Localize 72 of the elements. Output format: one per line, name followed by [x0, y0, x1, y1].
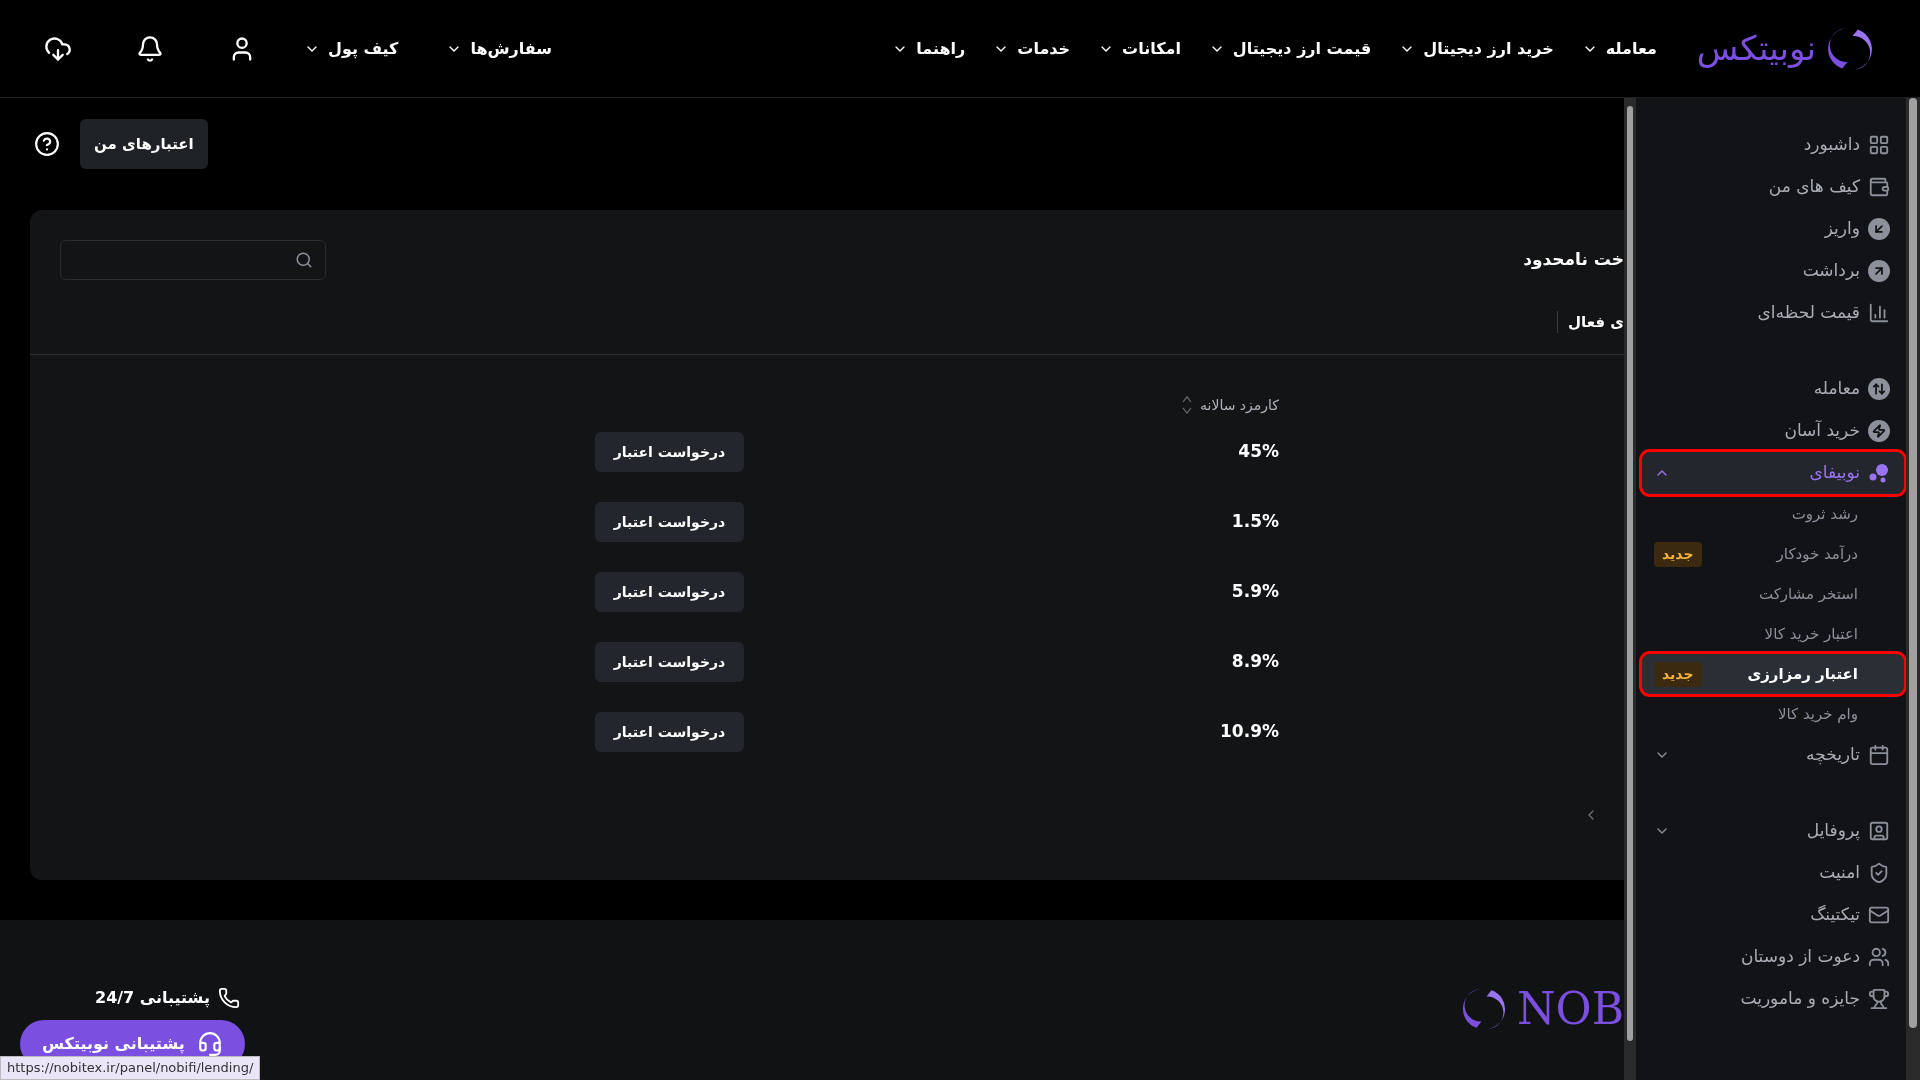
search-field[interactable] — [60, 240, 326, 280]
sidebar-subitem[interactable]: اعتبار خرید کالا — [1642, 614, 1904, 654]
sidebar-item[interactable]: واریز — [1642, 208, 1904, 250]
fee-cell-text: 5.9% — [1230, 580, 1279, 604]
sidebar-item[interactable]: تاریخچه — [1642, 734, 1904, 776]
help-icon[interactable] — [34, 131, 60, 157]
dashboard-icon — [1868, 134, 1890, 156]
account-menu-item[interactable]: سفارش‌ها — [446, 36, 553, 61]
column-header[interactable]: کارمزد سالانه — [1200, 394, 1279, 416]
request-credit-button[interactable]: درخواست اعتبار — [595, 432, 744, 472]
sidebar-item[interactable]: جایزه و ماموریت — [1642, 978, 1904, 1020]
lightning-icon — [1868, 420, 1890, 442]
arrow-down-left-icon — [1868, 218, 1890, 240]
request-credit-button[interactable]: درخواست اعتبار — [595, 712, 744, 752]
sidebar-item[interactable]: پروفایل — [1642, 810, 1904, 852]
scrollbar[interactable] — [1906, 98, 1920, 1080]
status-tab[interactable]: ی فعال — [1557, 310, 1624, 334]
nav-menu-item[interactable]: معامله — [1581, 36, 1657, 61]
headset-icon — [196, 1031, 223, 1057]
calendar-icon — [1868, 744, 1890, 766]
status-url-tooltip: https://nobitex.ir/panel/nobifi/lending/ — [0, 1056, 261, 1080]
new-badge: جدید — [1654, 661, 1702, 687]
fee-cell-text: 10.9% — [1219, 720, 1279, 744]
nav-menu-item[interactable]: قیمت ارز دیجیتال — [1208, 36, 1372, 61]
sidebar-subitem[interactable]: وام خرید کالا — [1642, 694, 1904, 734]
my-credits-tab[interactable]: اعتبارهای من — [80, 119, 208, 169]
sidebar-item[interactable]: تیکتینگ — [1642, 894, 1904, 936]
download-icon[interactable] — [44, 34, 72, 63]
mail-icon — [1868, 904, 1890, 926]
search-icon — [295, 251, 313, 269]
sidebar-subitem[interactable]: درآمد خودکار جدید — [1642, 534, 1904, 574]
request-credit-button[interactable]: درخواست اعتبار — [595, 572, 744, 612]
sidebar-item[interactable]: خرید آسان — [1642, 410, 1904, 452]
wallet-icon — [1868, 176, 1890, 198]
up-down-arrows-icon — [1868, 378, 1890, 400]
logo-text: نوبیتکس — [1696, 27, 1816, 70]
shield-check-icon — [1868, 862, 1890, 884]
user-card-icon — [1868, 820, 1890, 842]
new-badge: جدید — [1654, 541, 1702, 567]
sidebar-subitem[interactable]: اعتبار رمزارزی جدید — [1642, 654, 1904, 694]
trophy-icon — [1868, 988, 1890, 1010]
sidebar-item[interactable]: امنیت — [1642, 852, 1904, 894]
fee-cell-text: 8.9% — [1230, 650, 1279, 674]
sidebar-item[interactable]: قیمت لحظه‌ای — [1642, 292, 1904, 334]
nav-menu-item[interactable]: امکانات — [1098, 36, 1181, 61]
dots-icon — [1868, 462, 1890, 484]
card-title: خت نامحدود — [1523, 248, 1624, 272]
phone-icon — [217, 987, 240, 1009]
bell-icon[interactable] — [136, 34, 164, 63]
request-credit-button[interactable]: درخواست اعتبار — [595, 502, 744, 542]
request-credit-button[interactable]: درخواست اعتبار — [595, 642, 744, 682]
support-hours-text: پشتیبانی 24/7 — [95, 987, 210, 1010]
fee-cell-text: 45% — [1237, 440, 1279, 464]
sidebar-item[interactable]: معامله — [1642, 368, 1904, 410]
fee-cell-text: 1.5% — [1230, 510, 1279, 534]
sidebar-item[interactable]: نوبیفای — [1642, 452, 1904, 494]
sidebar-item[interactable]: کیف های من — [1642, 166, 1904, 208]
nav-menu-item[interactable]: خرید ارز دیجیتال — [1399, 36, 1554, 61]
footer-logo-text: NOB — [1517, 982, 1624, 1036]
sidebar-item[interactable]: داشبورد — [1642, 124, 1904, 166]
sidebar-subitem[interactable]: استخر مشارکت — [1642, 574, 1904, 614]
arrow-up-right-icon — [1868, 260, 1890, 282]
sort-icon[interactable] — [1182, 394, 1192, 416]
sidebar-subitem[interactable]: رشد ثروت — [1642, 494, 1904, 534]
sidebar-item[interactable]: دعوت از دوستان — [1642, 936, 1904, 978]
users-icon — [1868, 946, 1890, 968]
nav-menu-item[interactable]: خدمات — [993, 36, 1071, 61]
sidebar-item[interactable]: برداشت — [1642, 250, 1904, 292]
bar-chart-icon — [1868, 302, 1890, 324]
account-menu-item[interactable]: کیف پول — [304, 36, 399, 61]
nav-menu-item[interactable]: راهنما — [892, 36, 966, 61]
scrollbar[interactable] — [1624, 98, 1636, 1080]
